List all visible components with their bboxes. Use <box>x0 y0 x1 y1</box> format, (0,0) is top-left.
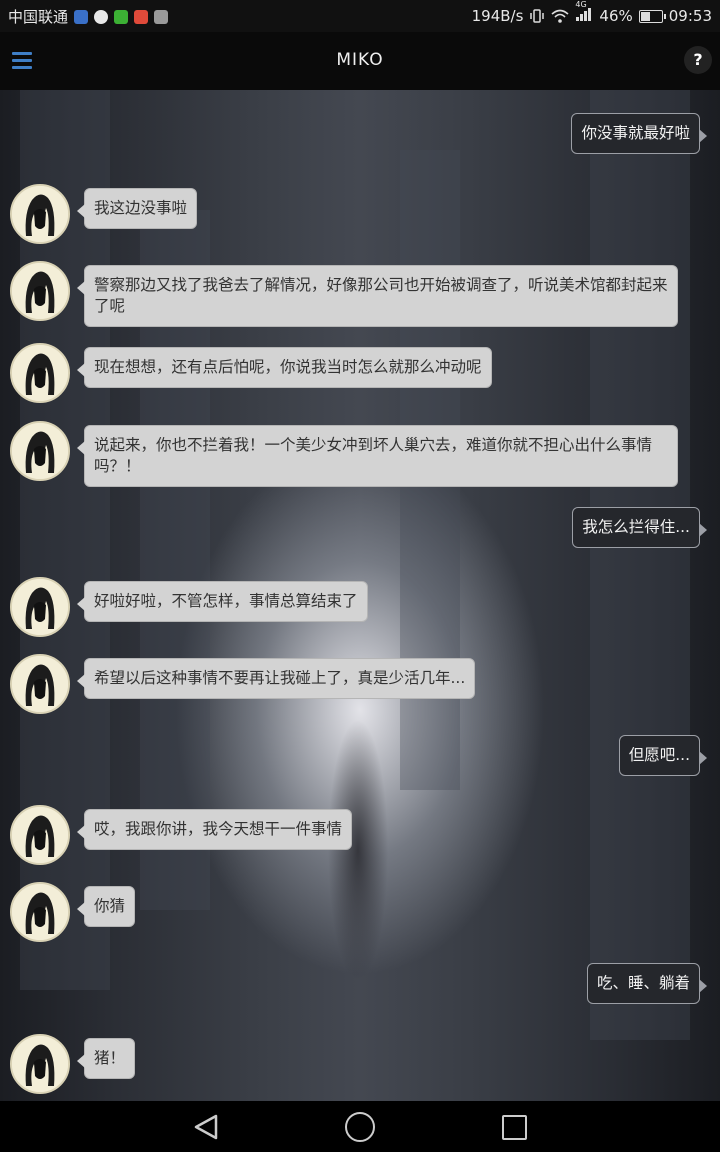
incoming-message[interactable]: 好啦好啦，不管怎样，事情总算结束了 <box>77 581 368 622</box>
miko-avatar[interactable] <box>10 184 70 244</box>
carrier-label: 中国联通 <box>8 8 69 26</box>
miko-avatar[interactable] <box>10 882 70 942</box>
miko-avatar[interactable] <box>10 577 70 637</box>
photo-icon <box>154 9 169 24</box>
incoming-message[interactable]: 现在想想，还有点后怕呢，你说我当时怎么就那么冲动呢 <box>77 347 492 388</box>
battery-percent: 46% <box>599 7 633 25</box>
outgoing-message[interactable]: 但愿吧... <box>618 735 708 776</box>
navigation-bar <box>0 1101 720 1152</box>
help-button[interactable]: ? <box>684 46 712 74</box>
miko-avatar[interactable] <box>10 654 70 714</box>
outgoing-message[interactable]: 我怎么拦得住... <box>572 507 707 548</box>
app-bar: MIKO ? <box>0 32 720 90</box>
network-type-badge: 4G <box>575 0 587 9</box>
miko-avatar[interactable] <box>10 805 70 865</box>
incoming-message[interactable]: 猪！ <box>76 1038 136 1079</box>
qq-icon <box>94 9 109 24</box>
battery-icon <box>638 9 666 23</box>
incoming-message[interactable]: 警察那边又找了我爸去了解情况，好像那公司也开始被调查了，听说美术馆都封起来了呢 <box>77 265 678 327</box>
silhouette-figure <box>318 710 398 990</box>
incoming-message[interactable]: 说起来，你也不拦着我！一个美少女冲到坏人巢穴去，难道你就不担心出什么事情吗？！ <box>77 425 678 487</box>
background-building <box>590 90 690 1040</box>
miko-avatar[interactable] <box>10 261 70 321</box>
wechat-icon <box>114 9 129 24</box>
home-circle-icon[interactable] <box>345 1112 375 1142</box>
incoming-message[interactable]: 哎，我跟你讲，我今天想干一件事情 <box>76 809 353 850</box>
outgoing-message[interactable]: 吃、睡、躺着 <box>586 963 708 1004</box>
weibo-icon <box>134 9 149 24</box>
incoming-message[interactable]: 希望以后这种事情不要再让我碰上了，真是少活几年... <box>76 658 476 699</box>
outgoing-message[interactable]: 你没事就最好啦 <box>571 113 707 154</box>
status-bar: 中国联通 194B/s 4G 46% 09:53 <box>0 0 720 32</box>
clock: 09:53 <box>668 7 712 25</box>
network-speed: 194B/s <box>471 7 524 25</box>
vibrate-icon <box>530 9 545 23</box>
chat-title: MIKO <box>336 50 384 70</box>
recent-apps-square-icon[interactable] <box>502 1115 527 1140</box>
incoming-message[interactable]: 你猜 <box>76 886 136 927</box>
chat-area[interactable]: 你没事就最好啦我这边没事啦警察那边又找了我爸去了解情况，好像那公司也开始被调查了… <box>0 90 720 1101</box>
incoming-message[interactable]: 我这边没事啦 <box>76 188 198 229</box>
wifi-icon <box>551 9 569 23</box>
miko-avatar[interactable] <box>10 1034 70 1094</box>
shield-icon <box>74 9 89 24</box>
miko-avatar[interactable] <box>10 421 70 481</box>
back-triangle-icon[interactable] <box>192 1113 220 1141</box>
miko-avatar[interactable] <box>10 343 70 403</box>
